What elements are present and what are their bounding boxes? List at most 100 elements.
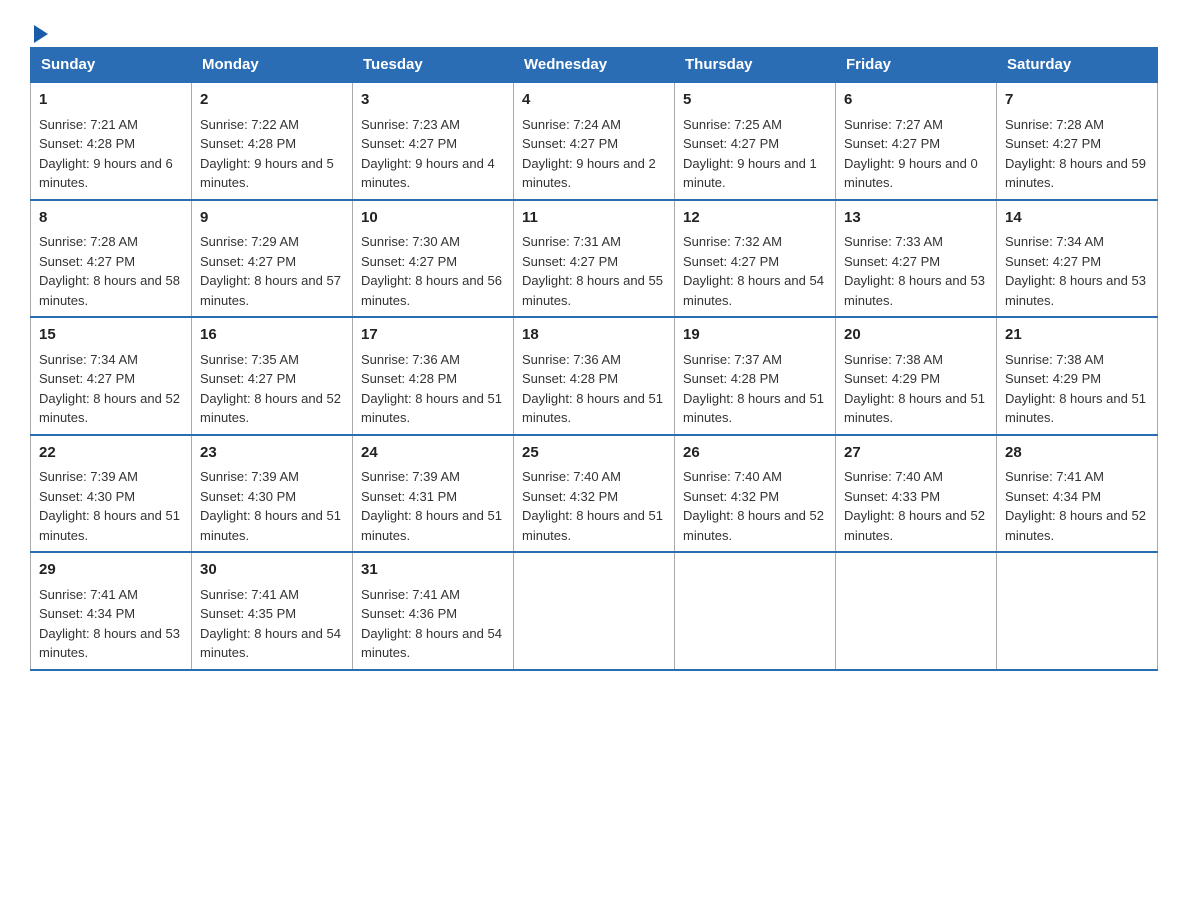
daylight-line: Daylight: 8 hours and 51 minutes. [844, 391, 985, 426]
calendar-cell [997, 552, 1158, 670]
sunset-line: Sunset: 4:28 PM [683, 371, 779, 386]
sunset-line: Sunset: 4:27 PM [361, 136, 457, 151]
sunrise-line: Sunrise: 7:40 AM [522, 469, 621, 484]
day-number: 28 [1005, 442, 1149, 465]
daylight-line: Daylight: 9 hours and 1 minute. [683, 156, 817, 191]
day-number: 12 [683, 207, 827, 230]
sunrise-line: Sunrise: 7:39 AM [200, 469, 299, 484]
sunset-line: Sunset: 4:27 PM [1005, 136, 1101, 151]
sunrise-line: Sunrise: 7:41 AM [1005, 469, 1104, 484]
daylight-line: Daylight: 8 hours and 51 minutes. [1005, 391, 1146, 426]
daylight-line: Daylight: 8 hours and 58 minutes. [39, 273, 180, 308]
sunrise-line: Sunrise: 7:35 AM [200, 352, 299, 367]
day-number: 21 [1005, 324, 1149, 347]
sunset-line: Sunset: 4:27 PM [683, 254, 779, 269]
daylight-line: Daylight: 8 hours and 52 minutes. [844, 508, 985, 543]
sunrise-line: Sunrise: 7:21 AM [39, 117, 138, 132]
calendar-header-monday: Monday [192, 48, 353, 83]
day-number: 16 [200, 324, 344, 347]
sunset-line: Sunset: 4:29 PM [844, 371, 940, 386]
sunrise-line: Sunrise: 7:36 AM [522, 352, 621, 367]
day-number: 15 [39, 324, 183, 347]
calendar-week-row: 1Sunrise: 7:21 AMSunset: 4:28 PMDaylight… [31, 82, 1158, 200]
day-number: 23 [200, 442, 344, 465]
calendar-cell: 8Sunrise: 7:28 AMSunset: 4:27 PMDaylight… [31, 200, 192, 318]
daylight-line: Daylight: 8 hours and 51 minutes. [361, 391, 502, 426]
calendar-cell [514, 552, 675, 670]
calendar-cell: 5 Sunrise: 7:25 AM Sunset: 4:27 PM Daylight… [675, 82, 836, 200]
daylight-line: Daylight: 9 hours and 2 minutes. [522, 156, 656, 191]
day-number: 7 [1005, 89, 1149, 112]
sunrise-line: Sunrise: 7:30 AM [361, 234, 460, 249]
daylight-line: Daylight: 8 hours and 51 minutes. [522, 508, 663, 543]
daylight-line: Daylight: 8 hours and 55 minutes. [522, 273, 663, 308]
daylight-line: Daylight: 8 hours and 52 minutes. [683, 508, 824, 543]
sunset-line: Sunset: 4:32 PM [522, 489, 618, 504]
day-number: 4 [522, 89, 666, 112]
calendar-week-row: 29Sunrise: 7:41 AMSunset: 4:34 PMDayligh… [31, 552, 1158, 670]
daylight-line: Daylight: 8 hours and 54 minutes. [361, 626, 502, 661]
day-number: 27 [844, 442, 988, 465]
sunset-line: Sunset: 4:31 PM [361, 489, 457, 504]
calendar-cell: 7Sunrise: 7:28 AMSunset: 4:27 PMDaylight… [997, 82, 1158, 200]
sunrise-line: Sunrise: 7:40 AM [844, 469, 943, 484]
sunrise-line: Sunrise: 7:22 AM [200, 117, 299, 132]
calendar-cell: 9Sunrise: 7:29 AMSunset: 4:27 PMDaylight… [192, 200, 353, 318]
calendar-cell: 20Sunrise: 7:38 AMSunset: 4:29 PMDayligh… [836, 317, 997, 435]
day-number: 22 [39, 442, 183, 465]
day-number: 11 [522, 207, 666, 230]
sunset-line: Sunset: 4:27 PM [844, 254, 940, 269]
day-number: 18 [522, 324, 666, 347]
sunset-line: Sunset: 4:27 PM [844, 136, 940, 151]
daylight-line: Daylight: 9 hours and 4 minutes. [361, 156, 495, 191]
sunrise-line: Sunrise: 7:33 AM [844, 234, 943, 249]
sunrise-line: Sunrise: 7:36 AM [361, 352, 460, 367]
daylight-line: Daylight: 8 hours and 54 minutes. [200, 626, 341, 661]
daylight-line: Daylight: 8 hours and 52 minutes. [1005, 508, 1146, 543]
calendar-header-friday: Friday [836, 48, 997, 83]
day-number: 31 [361, 559, 505, 582]
sunset-line: Sunset: 4:28 PM [39, 136, 135, 151]
sunrise-line: Sunrise: 7:32 AM [683, 234, 782, 249]
sunrise-line: Sunrise: 7:34 AM [1005, 234, 1104, 249]
sunset-line: Sunset: 4:32 PM [683, 489, 779, 504]
sunset-line: Sunset: 4:28 PM [200, 136, 296, 151]
calendar-header-saturday: Saturday [997, 48, 1158, 83]
day-number: 2 [200, 89, 344, 112]
sunrise-line: Sunrise: 7:23 AM [361, 117, 460, 132]
calendar-cell: 27Sunrise: 7:40 AMSunset: 4:33 PMDayligh… [836, 435, 997, 553]
sunset-line: Sunset: 4:27 PM [200, 254, 296, 269]
day-number: 5 [683, 89, 827, 112]
calendar-cell: 16Sunrise: 7:35 AMSunset: 4:27 PMDayligh… [192, 317, 353, 435]
day-number: 9 [200, 207, 344, 230]
day-number: 24 [361, 442, 505, 465]
calendar-cell: 12 Sunrise: 7:32 AM Sunset: 4:27 PM Dayligh… [675, 200, 836, 318]
sunrise-line: Sunrise: 7:39 AM [361, 469, 460, 484]
daylight-line: Daylight: 8 hours and 51 minutes. [361, 508, 502, 543]
calendar-cell: 11Sunrise: 7:31 AMSunset: 4:27 PMDayligh… [514, 200, 675, 318]
sunrise-line: Sunrise: 7:24 AM [522, 117, 621, 132]
sunset-line: Sunset: 4:36 PM [361, 606, 457, 621]
day-number: 30 [200, 559, 344, 582]
sunset-line: Sunset: 4:27 PM [200, 371, 296, 386]
daylight-line: Daylight: 8 hours and 51 minutes. [39, 508, 180, 543]
sunrise-line: Sunrise: 7:39 AM [39, 469, 138, 484]
day-number: 19 [683, 324, 827, 347]
calendar-cell: 1Sunrise: 7:21 AMSunset: 4:28 PMDaylight… [31, 82, 192, 200]
daylight-line: Daylight: 8 hours and 52 minutes. [39, 391, 180, 426]
daylight-line: Daylight: 8 hours and 54 minutes. [683, 273, 824, 308]
calendar-cell [836, 552, 997, 670]
sunset-line: Sunset: 4:27 PM [361, 254, 457, 269]
calendar-cell: 25Sunrise: 7:40 AMSunset: 4:32 PMDayligh… [514, 435, 675, 553]
day-number: 6 [844, 89, 988, 112]
sunset-line: Sunset: 4:30 PM [39, 489, 135, 504]
page-header [30, 20, 1158, 37]
sunrise-line: Sunrise: 7:34 AM [39, 352, 138, 367]
calendar-header-wednesday: Wednesday [514, 48, 675, 83]
calendar-week-row: 22 Sunrise: 7:39 AM Sunset: 4:30 PM Dayligh… [31, 435, 1158, 553]
calendar-cell: 2Sunrise: 7:22 AMSunset: 4:28 PMDaylight… [192, 82, 353, 200]
sunrise-line: Sunrise: 7:25 AM [683, 117, 782, 132]
day-number: 26 [683, 442, 827, 465]
calendar-cell: 21Sunrise: 7:38 AMSunset: 4:29 PMDayligh… [997, 317, 1158, 435]
sunset-line: Sunset: 4:27 PM [683, 136, 779, 151]
